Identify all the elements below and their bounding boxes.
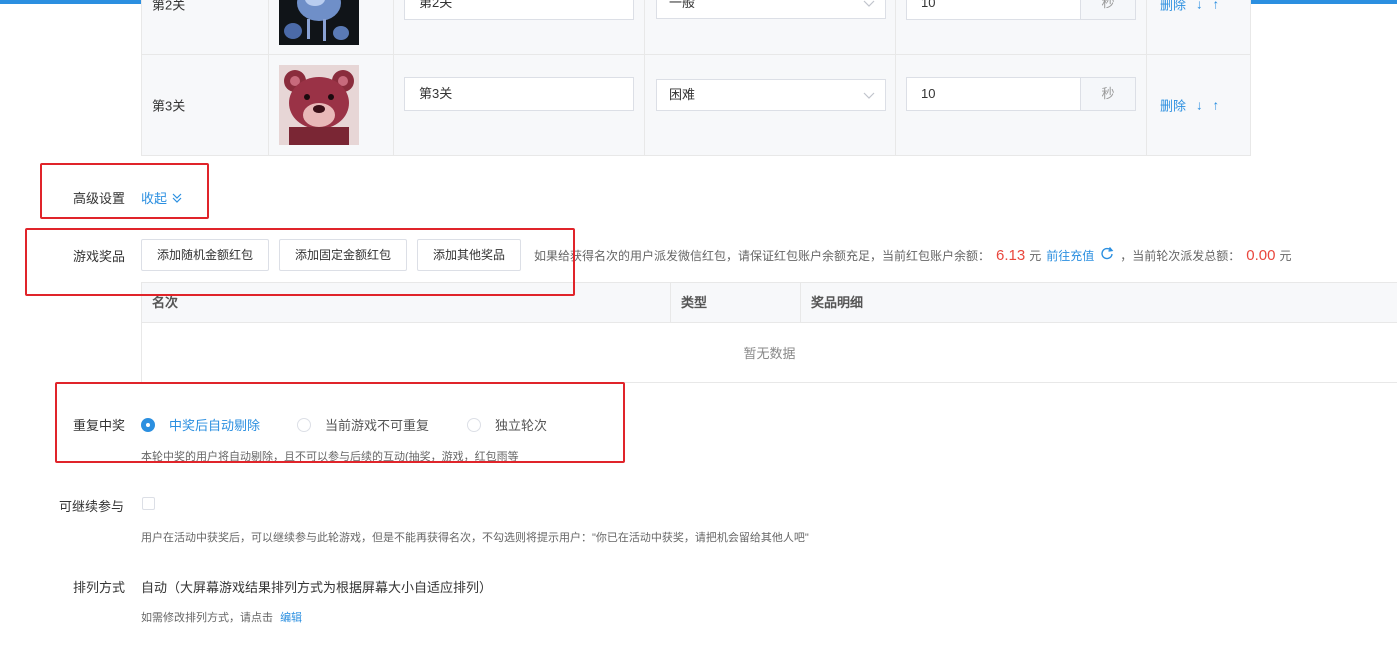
advanced-settings-label: 高级设置 [73, 191, 126, 206]
radio-no-repeat-current-game[interactable]: 当前游戏不可重复 [297, 415, 429, 434]
continue-participation-checkbox[interactable] [142, 497, 155, 510]
radio-dot [141, 417, 155, 432]
total-currency: 元 [1279, 249, 1292, 263]
time-value: 10 [921, 0, 936, 10]
radio-dot [467, 417, 481, 432]
total-amount: 0.00 [1246, 247, 1276, 264]
radio-auto-remove[interactable]: 中奖后自动剔除 [141, 415, 260, 434]
total-hint-text: ，当前轮次派发总额： [1120, 249, 1241, 263]
column-header-rank: 名次 [142, 283, 671, 323]
move-down-icon[interactable]: ↓ [1196, 98, 1203, 113]
game-prizes-label: 游戏奖品 [73, 249, 126, 264]
time-limit-input[interactable]: 10 秒 [906, 77, 1136, 111]
add-fixed-redpacket-button[interactable]: 添加固定金额红包 [279, 239, 407, 271]
level-title-input[interactable]: 第2关 [404, 0, 634, 20]
difficulty-select[interactable]: 一般 [656, 0, 886, 19]
time-unit: 秒 [1080, 0, 1135, 19]
radio-label: 中奖后自动剔除 [169, 418, 261, 433]
level-thumbnail-jellyfish[interactable] [279, 0, 359, 45]
balance-amount: 6.13 [996, 247, 1026, 264]
radio-label: 当前游戏不可重复 [325, 418, 430, 433]
arrangement-value: 自动（大屏幕游戏结果排列方式为根据屏幕大小自适应排列） [141, 580, 493, 595]
add-other-prize-button[interactable]: 添加其他奖品 [417, 239, 521, 271]
level-label: 第2关 [152, 0, 186, 13]
level-title-input[interactable]: 第3关 [404, 77, 634, 111]
continue-participation-hint: 用户在活动中获奖后，可以继续参与此轮游戏，但是不能再获得名次，不勾选则将提示用户… [141, 532, 809, 544]
collapse-toggle[interactable]: 收起 [141, 188, 183, 207]
radio-dot [297, 417, 311, 432]
prize-balance-hint: 如果给获得名次的用户派发微信红包，请保证红包账户余额充足，当前红包账户余额： 6… [534, 246, 1291, 264]
move-down-icon[interactable]: ↓ [1196, 0, 1203, 12]
prize-table: 名次 类型 奖品明细 暂无数据 [141, 282, 1397, 383]
recharge-link[interactable]: 前往充值 [1046, 247, 1094, 264]
arrangement-label: 排列方式 [73, 580, 126, 595]
repeat-winning-label: 重复中奖 [73, 418, 126, 433]
time-limit-input[interactable]: 10 秒 [906, 0, 1136, 20]
empty-state: 暂无数据 [743, 346, 796, 361]
continue-participation-label: 可继续参与 [59, 499, 125, 514]
difficulty-select[interactable]: 困难 [656, 79, 886, 111]
difficulty-value: 困难 [669, 87, 696, 102]
add-random-redpacket-button[interactable]: 添加随机金额红包 [141, 239, 269, 271]
radio-label: 独立轮次 [495, 418, 548, 433]
row-actions: 删除 ↓ ↑ [1160, 96, 1219, 115]
row-actions: 删除 ↓ ↑ [1160, 0, 1219, 14]
collapse-label: 收起 [141, 191, 168, 206]
time-unit: 秒 [1080, 78, 1135, 110]
table-row: 第3关 第3关 困难 10 秒 删除 ↓ ↑ [142, 55, 1250, 156]
table-row: 第2关 第2关 一般 10 秒 删除 ↓ ↑ [142, 0, 1250, 55]
balance-hint-text: 如果给获得名次的用户派发微信红包，请保证红包账户余额充足，当前红包账户余额： [534, 249, 991, 263]
chevron-down-icon [863, 92, 875, 99]
edit-link[interactable]: 编辑 [280, 612, 302, 624]
arrangement-hint: 如需修改排列方式，请点击 编辑 [141, 609, 302, 625]
chevron-down-icon [863, 0, 875, 7]
balance-currency: 元 [1029, 249, 1042, 263]
delete-link[interactable]: 删除 [1160, 0, 1186, 14]
repeat-winning-hint: 本轮中奖的用户将自动剔除，且不可以参与后续的互动(抽奖，游戏，红包雨等 [141, 451, 519, 463]
level-thumbnail-bear[interactable] [279, 65, 359, 145]
column-header-type: 类型 [671, 283, 801, 323]
delete-link[interactable]: 删除 [1160, 96, 1186, 115]
move-up-icon[interactable]: ↑ [1213, 98, 1220, 113]
refresh-icon[interactable] [1100, 246, 1114, 260]
level-label: 第3关 [152, 98, 186, 114]
time-value: 10 [921, 86, 936, 101]
difficulty-value: 一般 [669, 0, 696, 10]
arrangement-hint-text: 如需修改排列方式，请点击 [141, 612, 273, 624]
column-header-prize-detail: 奖品明细 [801, 283, 1397, 323]
move-up-icon[interactable]: ↑ [1213, 0, 1220, 12]
radio-independent-round[interactable]: 独立轮次 [467, 415, 547, 434]
level-table: 第2关 第2关 一般 10 秒 删除 ↓ ↑ 第3关 第3关 困难 10 秒 删… [141, 0, 1251, 156]
chevron-double-down-icon [172, 193, 182, 203]
